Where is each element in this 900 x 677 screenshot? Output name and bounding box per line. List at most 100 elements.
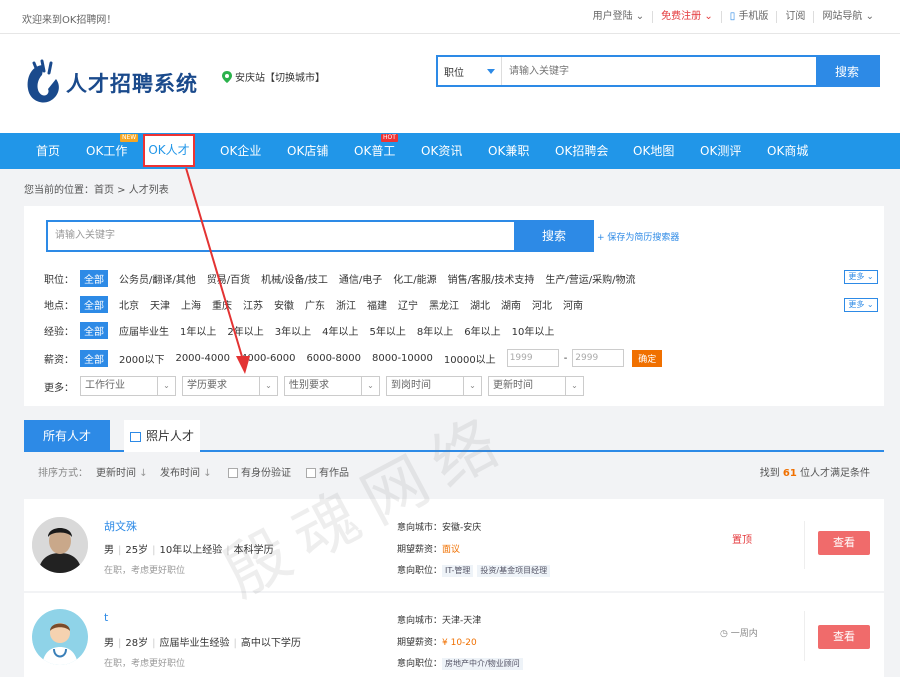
view-button[interactable]: 查看 <box>818 531 870 555</box>
sort-publish-time[interactable]: 发布时间 ↓ <box>160 464 212 479</box>
nav-ok-parttime[interactable]: OK兼职 <box>488 133 529 169</box>
more-areas-button[interactable]: 更多 ⌄ <box>844 298 878 312</box>
nav-ok-company[interactable]: OK企业 <box>220 133 261 169</box>
nav-ok-talent[interactable]: OK人才 <box>143 134 195 167</box>
search-type-select[interactable]: 职位 <box>438 57 502 85</box>
filter-option[interactable]: 黑龙江 <box>429 297 459 312</box>
nav-ok-test[interactable]: OK测评 <box>700 133 741 169</box>
divider <box>804 521 805 569</box>
header-search-button[interactable]: 搜索 <box>816 57 878 85</box>
filter-option[interactable]: 2年以上 <box>227 323 263 338</box>
sort-update-time[interactable]: 更新时间 ↓ <box>96 464 148 479</box>
login-link[interactable]: 用户登陆 ⌄ <box>585 11 653 23</box>
filter-option[interactable]: 北京 <box>119 297 139 312</box>
tab-all-talent[interactable]: 所有人才 <box>24 420 110 452</box>
save-search-link[interactable]: + 保存为简历搜索器 <box>597 230 679 243</box>
site-nav-link[interactable]: 网站导航 ⌄ <box>813 11 882 23</box>
filter-option[interactable]: 5年以上 <box>370 323 406 338</box>
education-dropdown[interactable]: 学历要求 ⌄ <box>182 376 278 396</box>
logo-mark-icon <box>27 59 59 103</box>
filter-option[interactable]: 湖北 <box>470 297 490 312</box>
filter-option[interactable]: 1年以上 <box>180 323 216 338</box>
filter-option[interactable]: 2000以下 <box>119 351 164 366</box>
nav-home[interactable]: 首页 <box>36 133 60 169</box>
talent-search-button[interactable]: 搜索 <box>514 220 594 252</box>
header-search-input[interactable] <box>502 57 816 85</box>
verified-filter-checkbox[interactable]: 有身份验证 <box>228 464 291 479</box>
filter-option[interactable]: 全部 <box>80 349 108 367</box>
filter-option[interactable]: 应届毕业生 <box>119 323 169 338</box>
filter-option[interactable]: 机械/设备/技工 <box>261 271 328 286</box>
filter-option[interactable]: 上海 <box>181 297 201 312</box>
filter-option[interactable]: 4年以上 <box>322 323 358 338</box>
salary-confirm-button[interactable]: 确定 <box>632 349 663 367</box>
filter-option[interactable]: 全部 <box>80 322 108 339</box>
talent-status: 在职，考虑更好职位 <box>104 566 186 576</box>
filter-option[interactable]: 贸易/百货 <box>207 271 250 286</box>
nav-ok-map[interactable]: OK地图 <box>633 133 674 169</box>
talent-name-link[interactable]: 胡文殊 <box>104 518 137 534</box>
doctor-avatar-icon <box>32 609 88 665</box>
person-photo-icon <box>32 517 88 573</box>
avatar[interactable] <box>32 609 88 665</box>
more-jobs-button[interactable]: 更多 ⌄ <box>844 270 878 284</box>
filter-option[interactable]: 河南 <box>563 297 583 312</box>
filter-option[interactable]: 4000-6000 <box>241 353 296 364</box>
industry-dropdown[interactable]: 工作行业 ⌄ <box>80 376 176 396</box>
filter-option[interactable]: 天津 <box>150 297 170 312</box>
talent-name-link[interactable]: t <box>104 611 108 624</box>
expected-salary: 期望薪资：面议 <box>397 545 461 555</box>
nav-ok-mall[interactable]: OK商城 <box>767 133 808 169</box>
logo-text: 人才招聘系统 <box>66 71 198 96</box>
filter-option[interactable]: 重庆 <box>212 297 232 312</box>
talent-status: 在职，考虑更好职位 <box>104 659 186 669</box>
nav-ok-shop[interactable]: OK店铺 <box>287 133 328 169</box>
talent-search-input[interactable]: 请输入关键字 <box>46 220 514 252</box>
filter-option[interactable]: 江苏 <box>243 297 263 312</box>
logo[interactable]: 人才招聘系统 <box>24 59 198 107</box>
clock-icon: ◷ <box>720 629 728 639</box>
hot-badge: HOT <box>381 134 398 142</box>
city-switcher[interactable]: 安庆站【切换城市】 <box>222 69 325 84</box>
filter-option[interactable]: 8年以上 <box>417 323 453 338</box>
filter-option[interactable]: 3年以上 <box>275 323 311 338</box>
filter-option[interactable]: 6000-8000 <box>306 353 361 364</box>
gender-dropdown[interactable]: 性别要求 ⌄ <box>284 376 380 396</box>
filter-option[interactable]: 生产/营运/采购/物流 <box>545 271 635 286</box>
pinned-flag: 置顶 <box>732 535 752 546</box>
filter-option[interactable]: 销售/客服/技术支持 <box>448 271 535 286</box>
filter-row-area: 地点： 全部 北京 天津 上海 重庆 江苏 安徽 广东 浙江 福建 辽宁 黑龙江… <box>44 296 594 313</box>
top-links: 用户登陆 ⌄ 免费注册 ⌄ ▯ 手机版 订阅 网站导航 ⌄ <box>585 11 882 23</box>
mobile-link[interactable]: ▯ 手机版 <box>720 11 777 23</box>
avatar[interactable] <box>32 517 88 573</box>
filter-option[interactable]: 6年以上 <box>464 323 500 338</box>
filter-option[interactable]: 8000-10000 <box>372 353 433 364</box>
filter-option[interactable]: 全部 <box>80 296 108 313</box>
filter-option[interactable]: 福建 <box>367 297 387 312</box>
id-card-icon <box>129 431 141 442</box>
filter-option[interactable]: 安徽 <box>274 297 294 312</box>
filter-option[interactable]: 2000-4000 <box>175 353 230 364</box>
filter-option[interactable]: 辽宁 <box>398 297 418 312</box>
triangle-down-icon <box>487 68 495 74</box>
filter-option[interactable]: 浙江 <box>336 297 356 312</box>
filter-option[interactable]: 全部 <box>80 270 108 287</box>
filter-option[interactable]: 公务员/翻译/其他 <box>119 271 196 286</box>
view-button[interactable]: 查看 <box>818 625 870 649</box>
header-search: 职位 搜索 <box>436 55 880 87</box>
filter-option[interactable]: 化工/能源 <box>393 271 436 286</box>
filter-option[interactable]: 湖南 <box>501 297 521 312</box>
subscribe-link[interactable]: 订阅 <box>776 11 813 23</box>
main-nav: 首页 OK工作 NEW OK人才 OK企业 OK店铺 OK普工 HOT OK资讯… <box>0 133 900 169</box>
nav-ok-news[interactable]: OK资讯 <box>421 133 462 169</box>
filter-option[interactable]: 广东 <box>305 297 325 312</box>
arrow-down-icon: ↓ <box>203 468 212 479</box>
nav-ok-jobfair[interactable]: OK招聘会 <box>555 133 608 169</box>
filter-option[interactable]: 河北 <box>532 297 552 312</box>
filter-option[interactable]: 10000以上 <box>444 351 496 366</box>
filter-option[interactable]: 10年以上 <box>512 323 555 338</box>
register-link[interactable]: 免费注册 ⌄ <box>652 11 721 23</box>
filter-option[interactable]: 通信/电子 <box>339 271 382 286</box>
tab-photo-talent[interactable]: 照片人才 <box>124 420 200 452</box>
expected-salary: 期望薪资：¥ 10-20 <box>397 638 477 648</box>
